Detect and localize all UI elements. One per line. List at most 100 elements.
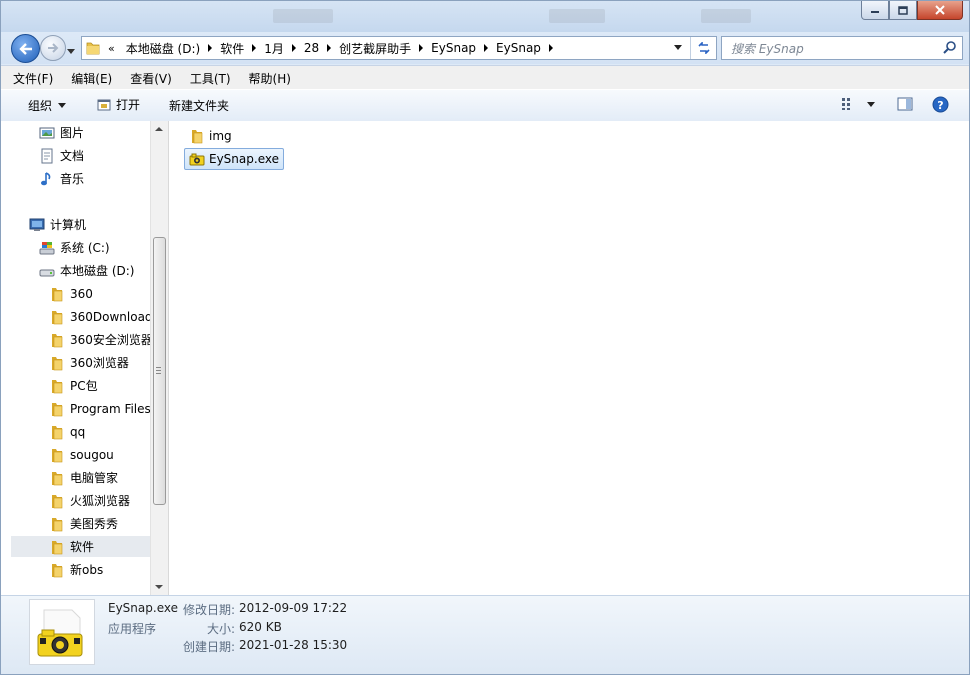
breadcrumb: « 本地磁盘 (D:) 软件 1月 28 创艺截屏助手 EySnap EySnap bbox=[104, 37, 555, 59]
preview-pane-button[interactable] bbox=[897, 97, 913, 111]
help-button[interactable]: ? bbox=[932, 96, 949, 113]
nav-tree-label: 360浏览器 bbox=[70, 356, 129, 370]
nav-tree-item[interactable]: 音乐 bbox=[39, 168, 84, 189]
detail-created-value: 2021-01-28 15:30 bbox=[239, 638, 348, 652]
nav-tree-label: PC包 bbox=[70, 379, 98, 393]
organize-button[interactable]: 组织 bbox=[28, 97, 67, 114]
file-item[interactable]: img bbox=[185, 126, 236, 146]
nav-tree-item[interactable]: 360安全浏览器 bbox=[49, 329, 153, 350]
breadcrumb-item[interactable]: 28 bbox=[298, 41, 325, 55]
folder-icon bbox=[52, 379, 63, 393]
breadcrumb-item[interactable]: 软件 bbox=[214, 40, 250, 57]
file-thumbnail bbox=[29, 599, 95, 665]
nav-tree-item[interactable]: 电脑管家 bbox=[49, 467, 118, 488]
nav-tree-label: Program Files bbox=[70, 401, 151, 416]
nav-tree-item[interactable]: 360浏览器 bbox=[49, 352, 129, 373]
menu-edit[interactable]: 编辑(E) bbox=[59, 70, 118, 87]
breadcrumb-separator-icon[interactable] bbox=[484, 44, 489, 52]
open-label: 打开 bbox=[116, 98, 141, 112]
search-icon[interactable] bbox=[943, 40, 957, 54]
maximize-button[interactable] bbox=[889, 1, 917, 20]
file-item[interactable]: EySnap.exe bbox=[184, 148, 284, 170]
nav-tree-item[interactable]: 新obs bbox=[49, 559, 103, 580]
refresh-icon bbox=[698, 42, 710, 54]
address-bar[interactable]: « 本地磁盘 (D:) 软件 1月 28 创艺截屏助手 EySnap EySnap bbox=[81, 36, 717, 60]
folder-icon bbox=[52, 517, 63, 531]
folder-icon bbox=[52, 402, 63, 416]
nav-tree-item[interactable]: 系统 (C:) bbox=[39, 237, 110, 258]
search-box[interactable]: 搜索 EySnap bbox=[721, 36, 963, 60]
change-view-button[interactable] bbox=[841, 97, 875, 111]
breadcrumb-item[interactable]: EySnap bbox=[490, 41, 547, 55]
minimize-button[interactable] bbox=[861, 1, 889, 20]
title-ghost bbox=[549, 9, 605, 23]
back-button[interactable] bbox=[11, 34, 40, 63]
nav-tree-item[interactable]: 360Downloads bbox=[49, 306, 159, 327]
title-ghost bbox=[273, 9, 333, 23]
breadcrumb-separator-icon[interactable] bbox=[548, 44, 553, 52]
scroll-down-icon[interactable] bbox=[155, 585, 163, 589]
menu-help[interactable]: 帮助(H) bbox=[237, 70, 297, 87]
menu-file[interactable]: 文件(F) bbox=[1, 70, 59, 87]
nav-tree-item[interactable]: qq bbox=[49, 421, 85, 442]
menu-view[interactable]: 查看(V) bbox=[118, 70, 178, 87]
nav-tree-item[interactable]: 图片 bbox=[39, 122, 84, 143]
breadcrumb-separator-icon[interactable] bbox=[327, 44, 332, 52]
chevron-down-icon bbox=[67, 49, 75, 54]
breadcrumb-item[interactable]: 本地磁盘 (D:) bbox=[120, 40, 206, 57]
nav-tree-label: 系统 (C:) bbox=[60, 241, 110, 255]
nav-tree-item[interactable]: 本地磁盘 (D:) bbox=[39, 260, 134, 281]
detail-filetype: 应用程序 bbox=[108, 622, 157, 636]
nav-tree-item[interactable]: 软件 bbox=[11, 536, 150, 557]
nav-tree-item[interactable]: 美图秀秀 bbox=[49, 513, 118, 534]
details-pane: EySnap.exe 应用程序 修改日期: 2012-09-09 17:22 大… bbox=[1, 595, 969, 674]
nav-tree-item[interactable]: sougou bbox=[49, 444, 114, 465]
breadcrumb-separator-icon[interactable] bbox=[291, 44, 296, 52]
close-button[interactable] bbox=[917, 1, 963, 20]
nav-tree-label: 电脑管家 bbox=[70, 471, 119, 485]
window-controls bbox=[861, 1, 963, 20]
nav-tree-item[interactable]: Program Files bbox=[49, 398, 151, 419]
detail-filename: EySnap.exe bbox=[108, 601, 178, 615]
forward-arrow-icon bbox=[48, 43, 59, 53]
music-icon bbox=[41, 171, 51, 185]
new-folder-button[interactable]: 新建文件夹 bbox=[169, 97, 229, 114]
nav-tree-item[interactable]: 文档 bbox=[39, 145, 84, 166]
address-dropdown-icon[interactable] bbox=[674, 45, 682, 50]
navigation-pane: 新obs 软件 美图秀秀 火狐浏览器 电脑管家 sougou qq Program Files… bbox=[1, 121, 168, 595]
breadcrumb-item[interactable]: 1月 bbox=[258, 40, 290, 57]
nav-tree-item[interactable]: PC包 bbox=[49, 375, 98, 396]
nav-tree-label: 新obs bbox=[70, 563, 104, 577]
camera-app-icon bbox=[37, 609, 83, 657]
refresh-button[interactable] bbox=[690, 37, 717, 59]
detail-modified-label: 修改日期: bbox=[183, 603, 236, 617]
breadcrumb-overflow[interactable]: « bbox=[104, 42, 120, 55]
nav-tree-item[interactable]: 火狐浏览器 bbox=[49, 490, 130, 511]
breadcrumb-item[interactable]: 创艺截屏助手 bbox=[333, 40, 417, 57]
forward-button[interactable] bbox=[40, 35, 66, 61]
organize-label: 组织 bbox=[28, 99, 53, 113]
breadcrumb-separator-icon[interactable] bbox=[208, 44, 213, 52]
recent-pages-button[interactable] bbox=[67, 44, 75, 58]
breadcrumb-item[interactable]: EySnap bbox=[425, 41, 482, 55]
open-button[interactable]: 打开 bbox=[97, 96, 140, 113]
pictures-icon bbox=[39, 127, 55, 138]
svg-text:?: ? bbox=[937, 99, 943, 112]
menu-tools[interactable]: 工具(T) bbox=[178, 70, 237, 87]
camera-app-icon bbox=[189, 153, 205, 166]
scroll-up-icon[interactable] bbox=[155, 127, 163, 131]
breadcrumb-separator-icon[interactable] bbox=[419, 44, 424, 52]
detail-created-label: 创建日期: bbox=[183, 640, 236, 654]
help-icon: ? bbox=[932, 96, 949, 113]
nav-tree-label: 360安全浏览器 bbox=[70, 333, 153, 347]
breadcrumb-separator-icon[interactable] bbox=[252, 44, 257, 52]
nav-tree-item[interactable]: 360 bbox=[49, 283, 93, 304]
menu-bar: 文件(F) 编辑(E) 查看(V) 工具(T) 帮助(H) bbox=[1, 65, 969, 90]
nav-tree-label: 文档 bbox=[60, 149, 85, 163]
scrollbar-grip bbox=[156, 367, 161, 376]
navigation-scrollbar[interactable] bbox=[150, 121, 168, 595]
folder-icon bbox=[52, 310, 63, 324]
nav-tree-item[interactable]: 计算机 bbox=[29, 214, 86, 235]
command-bar: 组织 打开 新建文件夹 ? bbox=[1, 89, 969, 122]
nav-tree-label: 图片 bbox=[60, 126, 85, 140]
